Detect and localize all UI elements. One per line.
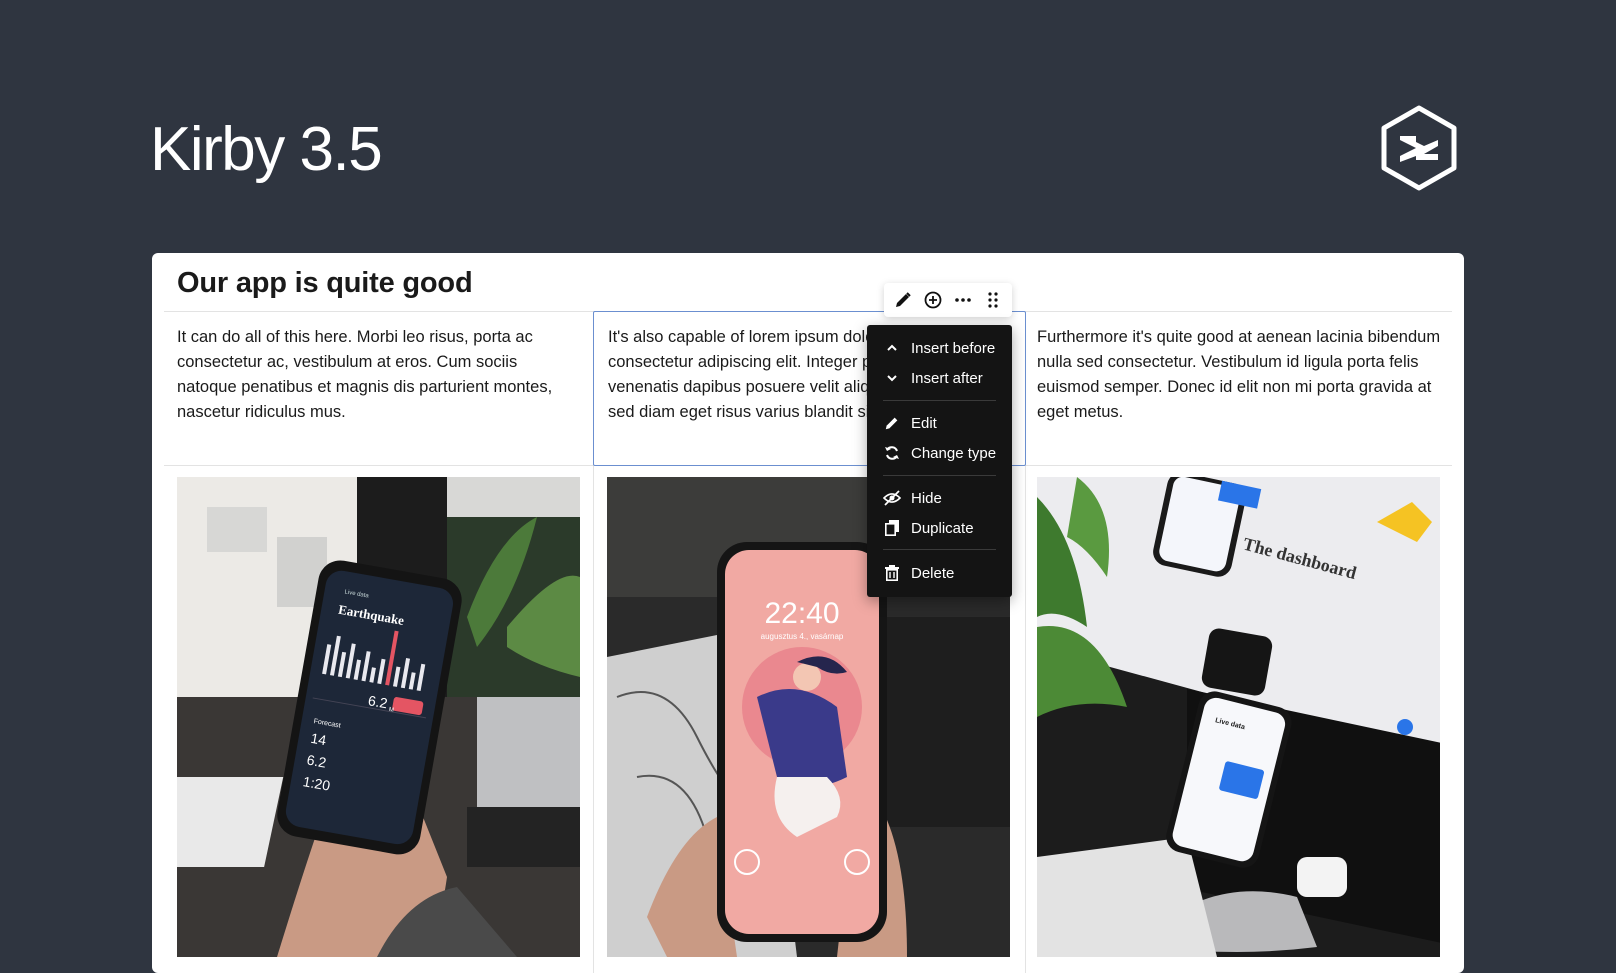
drag-handle-icon[interactable] [979,286,1007,314]
chevron-down-icon [883,369,901,387]
block-heading[interactable]: Our app is quite good [177,267,473,300]
menu-item-hide[interactable]: Hide [883,485,942,511]
chevron-up-icon [883,339,901,357]
image-block-3[interactable]: Live data The dashboard [1037,477,1440,957]
hidden-icon [883,489,901,507]
magnitude-readout: 6.2 [367,692,389,711]
pencil-icon [883,414,901,432]
svg-text:14: 14 [309,730,327,748]
svg-text:6.2: 6.2 [306,751,328,770]
pencil-icon[interactable] [889,286,917,314]
menu-divider [883,549,996,550]
page-title: Kirby 3.5 [150,115,383,184]
more-icon[interactable] [949,286,977,314]
layout-block-panel[interactable]: Our app is quite good It can do all of t… [152,253,1464,973]
menu-divider [883,475,996,476]
refresh-icon [883,444,901,462]
menu-item-edit[interactable]: Edit [883,410,937,436]
menu-item-duplicate[interactable]: Duplicate [883,515,974,541]
image-block-1[interactable]: Earthquake Live data 6.2 M Forecast 14 6… [177,477,580,957]
menu-item-delete[interactable]: Delete [883,560,954,586]
copy-icon [883,519,901,537]
lockscreen-time: 22:40 [764,597,839,630]
menu-divider [883,400,996,401]
lockscreen-date: augusztus 4., vasárnap [761,632,844,641]
kirby-logo-icon [1381,105,1457,191]
column-text-1[interactable]: It can do all of this here. Morbi leo ri… [177,325,577,425]
menu-item-insert-before[interactable]: Insert before [883,335,995,361]
block-options-menu: Insert before Insert after Edit Change t… [867,325,1012,597]
menu-item-change-type[interactable]: Change type [883,440,996,466]
plus-circle-icon[interactable] [919,286,947,314]
svg-text:M: M [388,707,394,714]
block-toolbar [884,283,1012,317]
menu-item-insert-after[interactable]: Insert after [883,365,983,391]
column-text-3[interactable]: Furthermore it's quite good at aenean la… [1037,325,1442,425]
trash-icon [883,564,901,582]
